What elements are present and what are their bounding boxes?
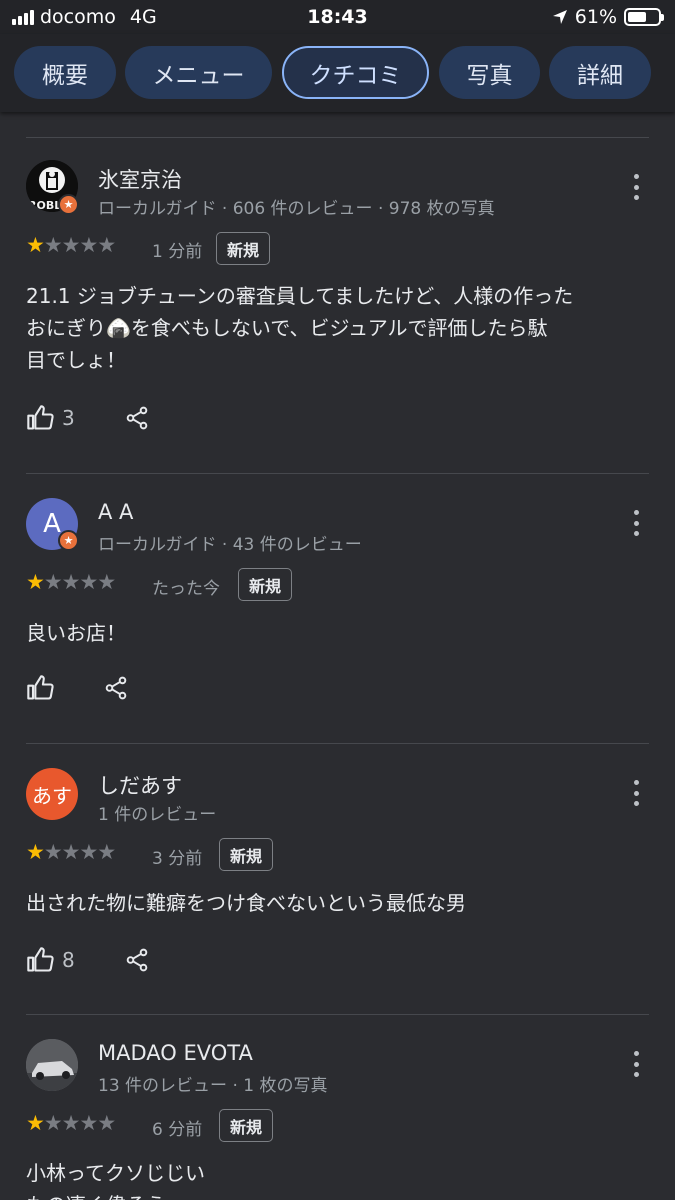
review-time: 1 分前 [152, 242, 203, 262]
tab-details[interactable]: 詳細 [549, 46, 651, 99]
svg-text:ROBL: ROBL [28, 199, 61, 212]
review-text-line: 21.1 ジョブチューンの審査員してましたけど、人様の作った [26, 284, 574, 308]
review-text-line: もの凄く偉そう [26, 1189, 626, 1200]
star-empty-icon: ★ [43, 233, 63, 257]
review-time: たった今 [152, 579, 220, 599]
tab-label: 写真 [466, 62, 513, 89]
review-item: あす しだあす 1 件のレビュー ★★★★★ 3 分前 新規 出された物に難癖を… [0, 744, 675, 1014]
star-empty-icon: ★ [97, 1111, 116, 1135]
like-button[interactable]: 8 [26, 946, 75, 974]
avatar-initial: A [43, 509, 61, 539]
more-options-icon[interactable] [626, 510, 646, 536]
review-text: 21.1 ジョブチューンの審査員してましたけど、人様の作った おにぎり🍙を食べも… [26, 280, 626, 376]
like-button[interactable]: 3 [26, 404, 75, 432]
review-text: 良いお店！ [26, 617, 626, 649]
share-icon [126, 406, 148, 430]
star-rating: ★★★★★ [26, 233, 116, 257]
avatar[interactable]: あす [26, 768, 78, 820]
star-empty-icon: ★ [43, 1111, 63, 1135]
tab-label: クチコミ [309, 62, 402, 89]
tab-bar: 概要 メニュー クチコミ 写真 詳細 [0, 34, 675, 112]
star-empty-icon: ★ [79, 233, 98, 257]
reviewer-meta: 1 件のレビュー [98, 805, 217, 825]
thumbs-up-icon [27, 675, 54, 700]
status-right: 61% [552, 6, 664, 28]
share-icon [126, 948, 148, 972]
star-filled-icon: ★ [26, 840, 45, 864]
star-rating: ★★★★★ [26, 1111, 116, 1135]
reviewer-name[interactable]: 氷室京治 [98, 164, 182, 194]
review-text: 小林ってクソじじい もの凄く偉そう [26, 1157, 626, 1200]
new-badge: 新規 [238, 568, 293, 601]
new-badge: 新規 [216, 232, 271, 265]
tab-photos[interactable]: 写真 [439, 46, 540, 99]
review-text-line: おにぎり🍙を食べもしないで、ビジュアルで評価したら駄 [26, 316, 548, 340]
car-photo-avatar-icon [26, 1039, 78, 1091]
review-text: 出された物に難癖をつけ食べないという最低な男 [26, 887, 626, 919]
more-options-icon[interactable] [626, 174, 646, 200]
like-count: 3 [62, 406, 75, 430]
tab-overview[interactable]: 概要 [14, 46, 116, 99]
more-options-icon[interactable] [626, 780, 646, 806]
share-button[interactable] [124, 946, 150, 978]
battery-percent: 61% [574, 6, 617, 28]
star-empty-icon: ★ [97, 233, 116, 257]
avatar[interactable] [26, 1039, 78, 1091]
star-filled-icon: ★ [26, 233, 45, 257]
reviewer-meta: ローカルガイド · 43 件のレビュー [98, 535, 362, 555]
review-time: 3 分前 [152, 849, 203, 869]
star-empty-icon: ★ [97, 840, 116, 864]
star-empty-icon: ★ [61, 233, 81, 257]
like-button[interactable] [26, 674, 62, 702]
tab-label: 詳細 [577, 62, 623, 89]
star-empty-icon: ★ [61, 1111, 81, 1135]
review-item: MADAO EVOTA 13 件のレビュー · 1 枚の写真 ★★★★★ 6 分… [0, 1015, 675, 1200]
tab-reviews[interactable]: クチコミ [282, 46, 429, 99]
review-text-line: 良いお店！ [26, 621, 126, 645]
reviewer-name[interactable]: MADAO EVOTA [98, 1041, 253, 1065]
review-text-line: 小林ってクソじじい [26, 1161, 205, 1185]
location-arrow-icon [552, 10, 567, 24]
battery-icon [624, 8, 664, 26]
more-options-icon[interactable] [626, 1051, 646, 1077]
tab-label: 概要 [42, 62, 88, 89]
share-button[interactable] [124, 404, 150, 436]
star-rating: ★★★★★ [26, 840, 116, 864]
reviewer-meta: 13 件のレビュー · 1 枚の写真 [98, 1076, 328, 1096]
review-text-line: 出された物に難癖をつけ食べないという最低な男 [26, 891, 466, 915]
star-filled-icon: ★ [26, 1111, 45, 1135]
star-empty-icon: ★ [79, 570, 98, 594]
review-text-line: 目でしょ！ [26, 348, 126, 372]
share-icon [105, 676, 127, 700]
star-rating: ★★★★★ [26, 570, 116, 594]
review-time: 6 分前 [152, 1120, 203, 1140]
review-item: A ★ A A ローカルガイド · 43 件のレビュー ★★★★★ たった今 新… [0, 474, 675, 744]
status-bar: docomo 4G 18:43 61% [0, 0, 675, 34]
star-filled-icon: ★ [26, 570, 45, 594]
like-count: 8 [62, 948, 75, 972]
star-empty-icon: ★ [43, 840, 63, 864]
star-empty-icon: ★ [61, 570, 81, 594]
star-empty-icon: ★ [97, 570, 116, 594]
review-item: ROBL ★ 氷室京治 ローカルガイド · 606 件のレビュー · 978 枚… [0, 138, 675, 473]
new-badge: 新規 [219, 1109, 274, 1142]
avatar-initial: あす [32, 783, 72, 808]
reviewer-meta: ローカルガイド · 606 件のレビュー · 978 枚の写真 [98, 199, 495, 219]
local-guide-star-icon: ★ [58, 530, 79, 551]
star-empty-icon: ★ [79, 840, 98, 864]
new-badge: 新規 [219, 838, 274, 871]
star-empty-icon: ★ [61, 840, 81, 864]
local-guide-star-icon: ★ [58, 194, 79, 215]
reviewer-name[interactable]: A A [98, 500, 133, 524]
share-button[interactable] [103, 674, 129, 706]
star-empty-icon: ★ [43, 570, 63, 594]
tab-label: メニュー [152, 62, 245, 89]
thumbs-up-icon [27, 405, 54, 430]
thumbs-up-icon [27, 947, 54, 972]
tab-menu[interactable]: メニュー [125, 46, 272, 99]
star-empty-icon: ★ [79, 1111, 98, 1135]
reviewer-name[interactable]: しだあす [98, 770, 182, 800]
